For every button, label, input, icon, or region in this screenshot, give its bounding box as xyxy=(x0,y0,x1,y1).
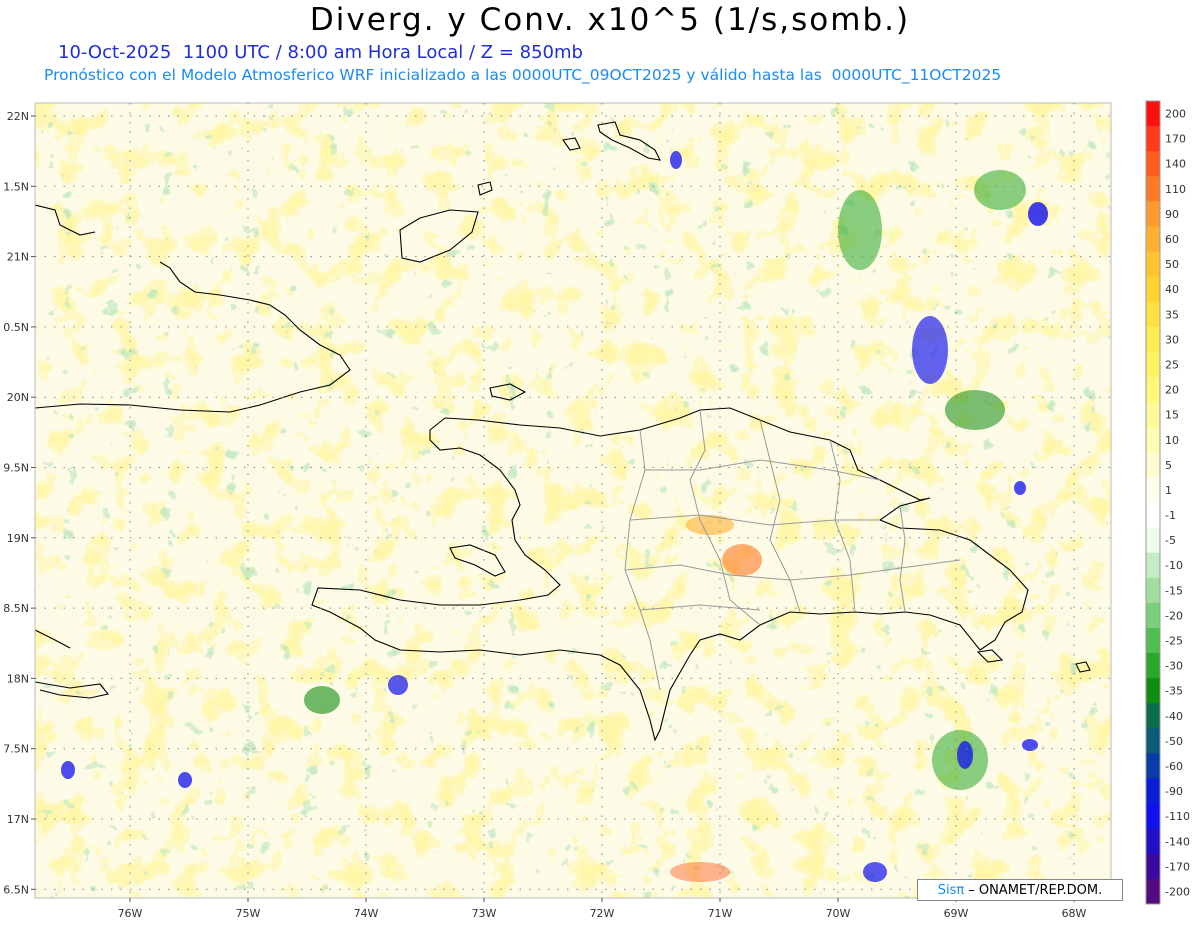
colorbar-label: -15 xyxy=(1165,584,1183,597)
colorbar-label: 170 xyxy=(1165,133,1186,146)
colorbar-label: 50 xyxy=(1165,258,1179,271)
colorbar-label: 25 xyxy=(1165,358,1179,371)
colorbar-swatch xyxy=(1146,151,1160,177)
colorbar-swatch xyxy=(1146,828,1160,855)
colorbar-label: -40 xyxy=(1165,710,1183,723)
colorbar-label: -60 xyxy=(1165,760,1183,773)
colorbar-label: 140 xyxy=(1165,158,1186,171)
lat-label: 18N xyxy=(7,672,29,685)
colorbar-label: -1 xyxy=(1165,509,1176,522)
colorbar-swatch xyxy=(1146,201,1160,227)
colorbar-label: -170 xyxy=(1165,860,1190,873)
colorbar-swatch xyxy=(1146,577,1160,604)
lat-label: 6.5N xyxy=(3,883,29,896)
lon-label: 72W xyxy=(590,907,615,920)
colorbar-swatch xyxy=(1146,803,1160,830)
colorbar-swatch xyxy=(1146,653,1160,679)
lat-label: 19N xyxy=(7,532,29,545)
colorbar-label: -35 xyxy=(1165,685,1183,698)
valid-time-subtitle: 10-Oct-2025 1100 UTC / 8:00 am Hora Loca… xyxy=(58,42,583,63)
colorbar-swatch xyxy=(1146,728,1160,754)
colorbar-label: 200 xyxy=(1165,108,1186,121)
colorbar-swatch xyxy=(1146,226,1160,253)
colorbar-swatch xyxy=(1146,326,1160,353)
colorbar-label: 110 xyxy=(1165,183,1186,196)
lon-label: 69W xyxy=(944,907,969,920)
colorbar-swatch xyxy=(1146,527,1160,554)
colorbar-swatch xyxy=(1146,853,1160,880)
map-title: Diverg. y Conv. x10^5 (1/s,somb.) xyxy=(309,2,911,38)
lon-label: 73W xyxy=(472,907,497,920)
colorbar-swatch xyxy=(1146,678,1160,704)
lon-label: 76W xyxy=(118,907,143,920)
colorbar-swatch xyxy=(1146,126,1160,152)
lat-label: 17N xyxy=(7,813,29,826)
colorbar-label: 35 xyxy=(1165,308,1179,321)
colorbar-label: -90 xyxy=(1165,785,1183,798)
lat-label: 0.5N xyxy=(3,321,29,334)
lon-label: 70W xyxy=(826,907,851,920)
colorbar-label: -10 xyxy=(1165,559,1183,572)
model-info-subtitle: Pronóstico con el Modelo Atmosferico WRF… xyxy=(44,66,1002,84)
lon-label: 74W xyxy=(354,907,379,920)
lon-label: 68W xyxy=(1062,907,1087,920)
sispi-logo: Sisπ xyxy=(937,882,965,898)
lon-label: 71W xyxy=(708,907,733,920)
colorbar-label: -110 xyxy=(1165,810,1190,823)
colorbar-swatch xyxy=(1146,351,1160,378)
credit-text: – ONAMET/REP.DOM. xyxy=(968,882,1103,898)
lat-label: 21N xyxy=(7,251,29,264)
colorbar-label: 60 xyxy=(1165,233,1179,246)
colorbar-label: 10 xyxy=(1165,434,1179,447)
colorbar-swatch xyxy=(1146,552,1160,579)
colorbar-label: -5 xyxy=(1165,534,1176,547)
credit-box: Sisπ – ONAMET/REP.DOM. xyxy=(917,879,1123,901)
divergence-field xyxy=(35,103,1111,898)
longitude-labels: 76W 75W 74W 73W 72W 71W 70W 69W 68W xyxy=(118,907,1087,920)
colorbar-label: 20 xyxy=(1165,384,1179,397)
colorbar-swatch xyxy=(1146,176,1160,202)
colorbar-swatch xyxy=(1146,477,1160,503)
colorbar-swatch xyxy=(1146,753,1160,780)
colorbar: 200 170 140 110 90 60 50 40 35 30 25 20 15 10 5 1 -1 -5 -1… xyxy=(1145,100,1190,905)
colorbar-swatch xyxy=(1146,878,1160,905)
colorbar-swatch xyxy=(1146,377,1160,403)
colorbar-label: -140 xyxy=(1165,835,1190,848)
colorbar-label: 90 xyxy=(1165,208,1179,221)
colorbar-label: 1 xyxy=(1165,484,1172,497)
latitude-labels: 22N 1.5N 21N 0.5N 20N 9.5N 19N 8.5N 18N 7.5N 17N 6.… xyxy=(3,110,29,896)
colorbar-swatch xyxy=(1146,703,1160,729)
colorbar-label: -200 xyxy=(1165,885,1190,898)
colorbar-swatch xyxy=(1146,101,1160,127)
colorbar-label: 5 xyxy=(1165,459,1172,472)
colorbar-swatch xyxy=(1146,627,1160,654)
colorbar-swatch xyxy=(1146,778,1160,805)
colorbar-swatch xyxy=(1146,402,1160,428)
lat-label: 7.5N xyxy=(3,743,29,756)
colorbar-swatch xyxy=(1146,276,1160,303)
lat-label: 1.5N xyxy=(3,180,29,193)
colorbar-swatch xyxy=(1146,251,1160,278)
colorbar-label: 15 xyxy=(1165,409,1179,422)
colorbar-swatch xyxy=(1146,602,1160,629)
colorbar-label: -25 xyxy=(1165,635,1183,648)
colorbar-label: 30 xyxy=(1165,333,1179,346)
colorbar-label: -20 xyxy=(1165,609,1183,622)
colorbar-label: -50 xyxy=(1165,735,1183,748)
lat-label: 8.5N xyxy=(3,602,29,615)
colorbar-swatch xyxy=(1146,427,1160,453)
colorbar-swatch xyxy=(1146,502,1160,529)
lat-label: 22N xyxy=(7,110,29,123)
colorbar-swatch xyxy=(1146,452,1160,478)
colorbar-swatch xyxy=(1146,301,1160,328)
forecast-map: 22N 1.5N 21N 0.5N 20N 9.5N 19N 8.5N 18N 7.5N 17N 6.… xyxy=(3,100,1190,920)
colorbar-label: 40 xyxy=(1165,283,1179,296)
colorbar-label: -30 xyxy=(1165,660,1183,673)
lat-label: 9.5N xyxy=(3,462,29,475)
lon-label: 75W xyxy=(236,907,261,920)
lat-label: 20N xyxy=(7,391,29,404)
